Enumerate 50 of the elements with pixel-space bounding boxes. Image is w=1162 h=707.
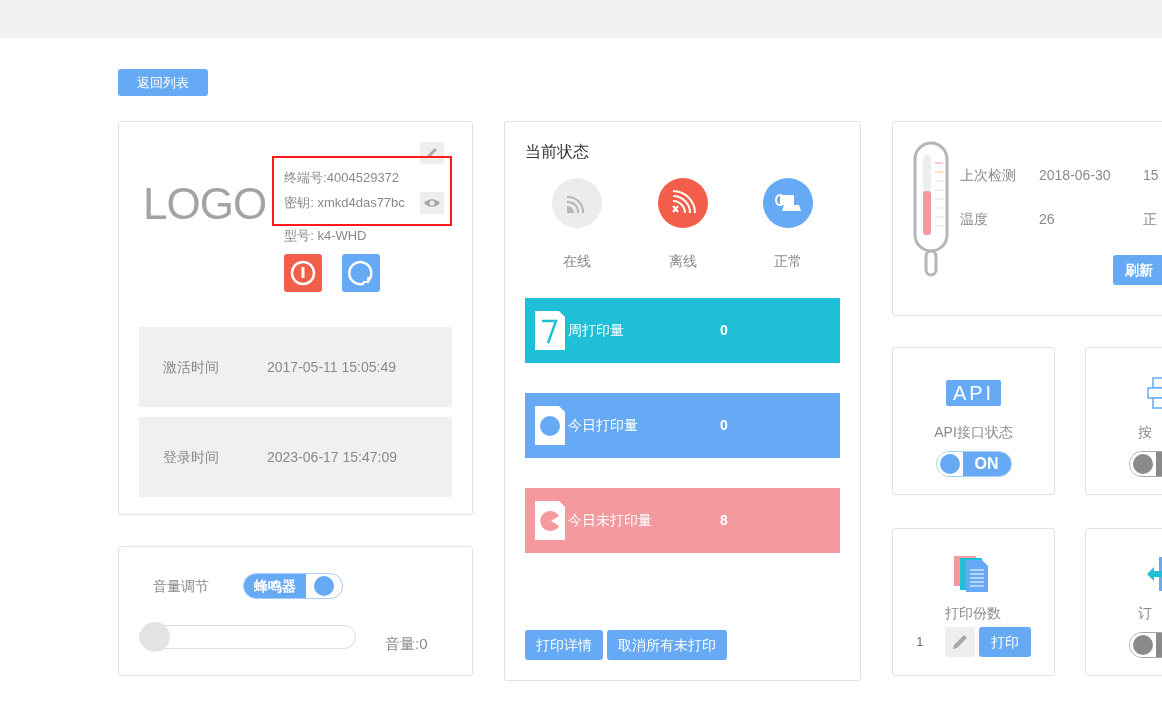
stat-value: 0 (720, 416, 728, 435)
back-button[interactable]: 返回列表 (118, 69, 208, 96)
row-value: 2018-06-30 (1039, 166, 1112, 185)
stat-value: 0 (720, 321, 728, 340)
print-button[interactable]: 打印 (978, 627, 1031, 657)
stat-label: 今日未打印量 (568, 511, 653, 530)
volume-reading: 音量:0 (385, 634, 428, 654)
status-title: 当前状态 (525, 142, 590, 162)
model-number: 型号: k4-WHD (283, 227, 368, 245)
terminal-number: 终端号:4004529372 (284, 169, 400, 187)
row-value: 2017-05-11 15:05:49 (267, 357, 396, 377)
documents-icon (953, 556, 990, 592)
row-label: 上次检测 (960, 166, 1017, 185)
thermometer-icon (913, 141, 949, 277)
volume-slider[interactable] (139, 625, 356, 650)
status-label: 正常 (774, 252, 802, 271)
api-label: API (945, 380, 1002, 406)
cancel-unprinted-button[interactable]: 取消所有未打印 (607, 630, 727, 660)
arrow-icon (1146, 557, 1162, 591)
stat-label: 周打印量 (568, 321, 625, 340)
row-label: 激活时间 (163, 357, 220, 377)
volume-label: 音量调节 (153, 576, 209, 596)
status-label: 离线 (668, 252, 697, 271)
secret-key: 密钥: xmkd4das77bc (284, 193, 405, 213)
calendar-seven-icon (535, 311, 565, 350)
toggle-switch[interactable]: ON (935, 451, 1012, 477)
feature-label: 打印份数 (944, 604, 1002, 623)
stat-label: 今日打印量 (568, 416, 639, 435)
row-label: 温度 (960, 210, 989, 229)
print-details-button[interactable]: 打印详情 (525, 630, 603, 660)
row-value: 15 (1143, 166, 1159, 185)
status-label: 在线 (563, 252, 591, 271)
feature-label: 按 (1137, 423, 1153, 442)
eye-icon[interactable] (420, 192, 444, 214)
row-label: 登录时间 (163, 447, 220, 467)
edit-button[interactable] (944, 627, 975, 657)
stat-value: 8 (720, 511, 728, 530)
edit-icon (420, 142, 444, 164)
power-button[interactable] (284, 254, 322, 292)
row-value: 正 (1143, 210, 1157, 229)
slider-thumb[interactable] (140, 622, 170, 653)
refresh-button[interactable]: 刷新 (1113, 255, 1162, 285)
logo: LOGO (143, 178, 267, 230)
feature-label: API接口状态 (934, 423, 1013, 442)
refresh-button[interactable] (342, 254, 380, 292)
document-pie-icon (535, 501, 565, 540)
feature-label: 订 (1137, 604, 1153, 623)
row-value: 2023-06-17 15:47:09 (267, 447, 397, 467)
row-value: 26 (1039, 210, 1056, 229)
copies-count: 1 (916, 634, 925, 651)
